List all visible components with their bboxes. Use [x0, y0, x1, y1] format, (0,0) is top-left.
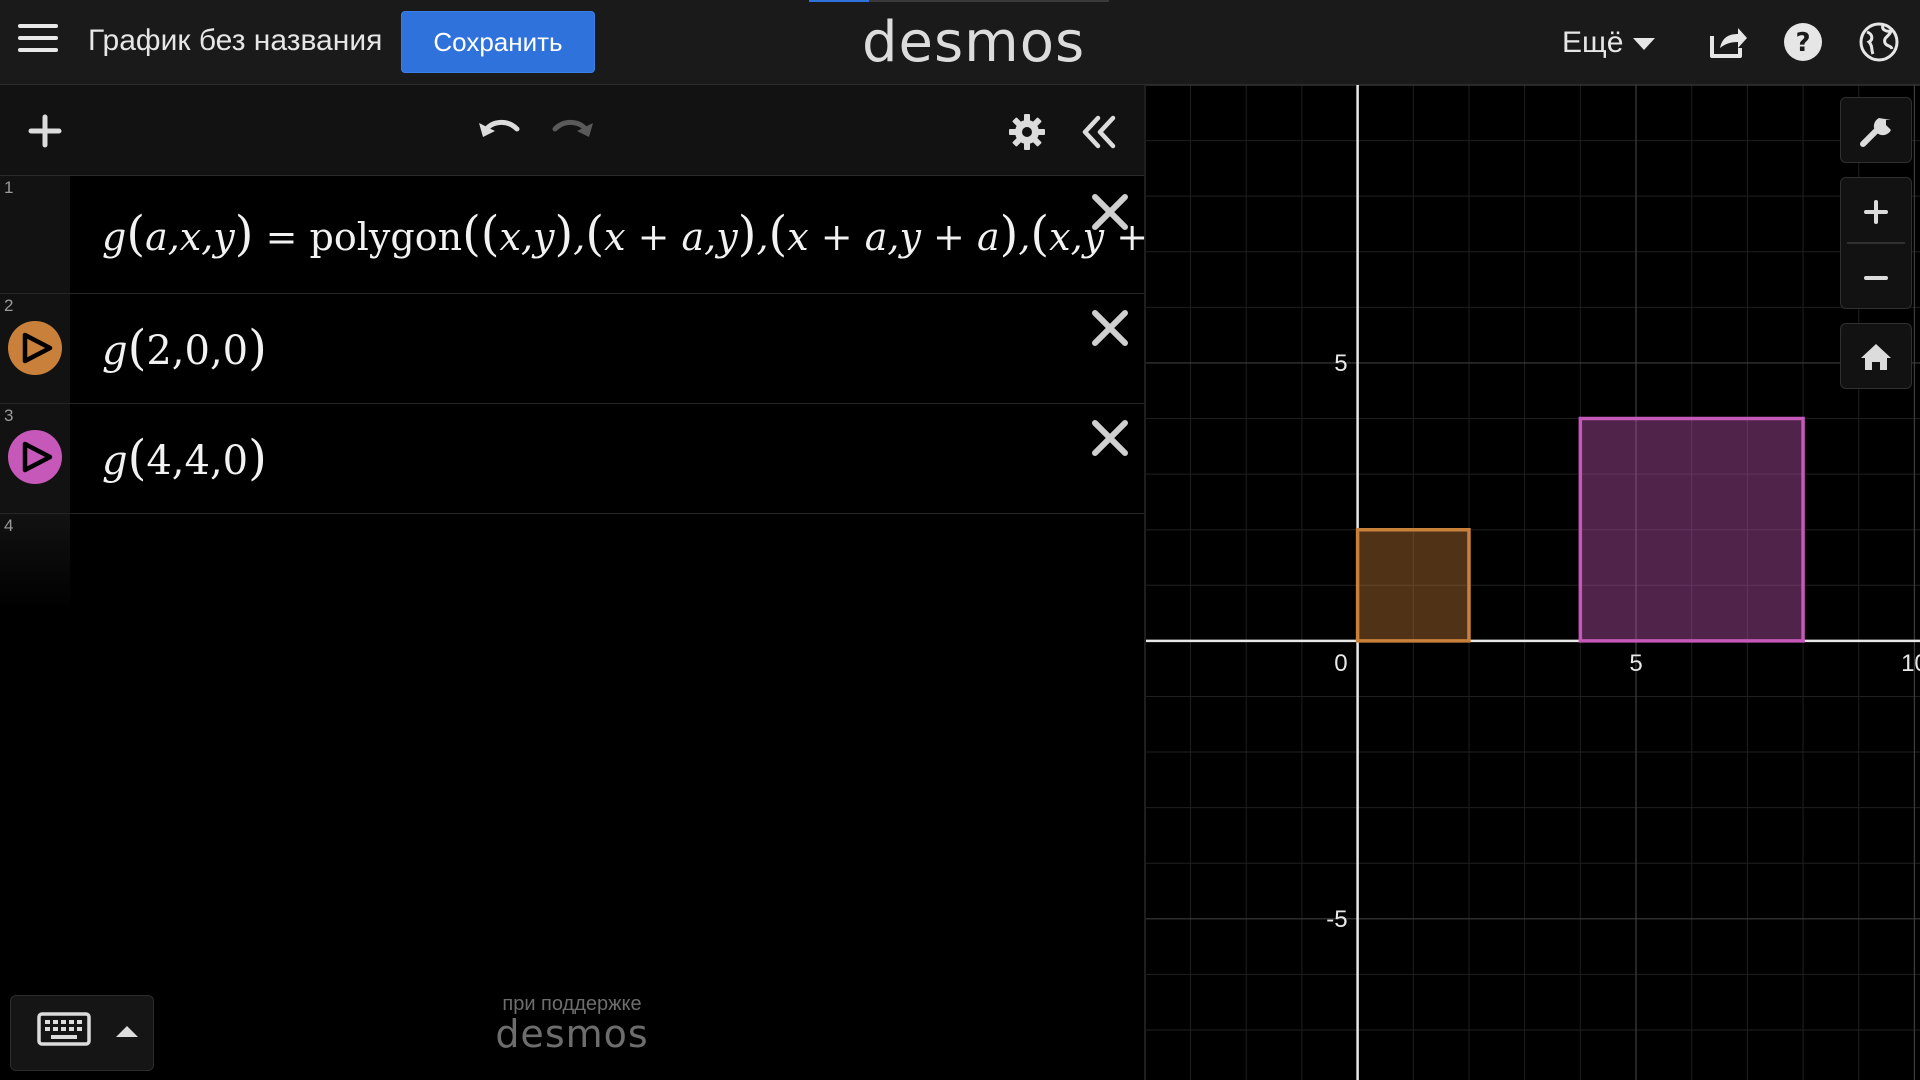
expression-row[interactable]: 2 g(2,0,0): [0, 294, 1144, 404]
expression-index: 1: [4, 178, 14, 197]
powered-by-desmos[interactable]: при поддержке desmos: [492, 993, 652, 1056]
expression-gutter: 3: [0, 404, 70, 513]
share-icon[interactable]: [1706, 20, 1750, 64]
polygon-shape: [1355, 527, 1471, 643]
default-view-button[interactable]: [1840, 323, 1912, 389]
y-tick-label: 5: [1334, 350, 1347, 377]
desmos-logo: desmos: [862, 10, 1086, 75]
expression-index: 2: [4, 296, 14, 315]
expression-formula[interactable]: g(a,x,y) = polygon((x,y),(x + a,y),(x + …: [102, 206, 1220, 262]
save-button[interactable]: Сохранить: [401, 11, 595, 73]
expression-gutter: 4: [0, 514, 70, 610]
zoom-controls: [1840, 177, 1912, 309]
undo-icon[interactable]: [477, 111, 521, 151]
add-item-icon[interactable]: [27, 113, 63, 149]
polygon-shape: [1578, 416, 1805, 643]
x-tick-label: 0: [1334, 650, 1347, 677]
expression-formula[interactable]: g(4,4,0): [102, 430, 267, 486]
keyboard-icon: [37, 1012, 138, 1046]
settings-gear-icon[interactable]: [1008, 113, 1046, 151]
expression-color-toggle[interactable]: [8, 430, 62, 484]
hamburger-menu-icon[interactable]: [18, 24, 58, 60]
zoom-icons: [1847, 200, 1905, 280]
expression-row-empty[interactable]: 4: [0, 514, 1144, 610]
collapse-panel-icon[interactable]: [1080, 113, 1118, 151]
wrench-icon: [1860, 118, 1891, 147]
expression-row[interactable]: 1 g(a,x,y) = polygon((x,y),(x + a,y),(x …: [0, 176, 1220, 294]
loading-indicator-track: [869, 0, 1109, 2]
expression-formula[interactable]: g(2,0,0): [102, 320, 267, 376]
expression-toolbar: [0, 85, 1144, 176]
top-bar: График без названия Сохранить desmos Ещё…: [0, 0, 1920, 85]
graph-plot[interactable]: 0 5 10 5 -5: [1146, 85, 1920, 1080]
loading-indicator: [809, 0, 869, 2]
graph-settings-button[interactable]: [1840, 97, 1912, 163]
svg-text:?: ?: [1795, 28, 1810, 58]
more-dropdown[interactable]: Ещё: [1562, 26, 1656, 60]
delete-expression-icon[interactable]: [1088, 190, 1132, 234]
delete-expression-icon[interactable]: [1088, 416, 1132, 460]
y-tick-label: -5: [1326, 906, 1347, 933]
home-icon: [1861, 344, 1891, 370]
expression-gutter: 2: [0, 294, 70, 403]
powered-by-logo: desmos: [495, 1012, 649, 1056]
play-icon: [22, 332, 53, 364]
expression-index: 4: [4, 516, 14, 535]
caret-down-icon: [1633, 38, 1656, 51]
expression-gutter: 1: [0, 176, 70, 293]
graph-title[interactable]: График без названия: [88, 24, 382, 58]
help-icon[interactable]: ?: [1781, 20, 1825, 64]
expression-row[interactable]: 3 g(4,4,0): [0, 404, 1144, 514]
x-tick-label: 10: [1901, 650, 1920, 677]
zoom-in-icon[interactable]: [1864, 200, 1888, 224]
keyboard-toggle-button[interactable]: [10, 995, 154, 1071]
more-dropdown-label: Ещё: [1562, 26, 1624, 59]
expression-panel: 1 g(a,x,y) = polygon((x,y),(x + a,y),(x …: [0, 85, 1220, 1080]
redo-icon[interactable]: [551, 111, 595, 151]
delete-expression-icon[interactable]: [1088, 306, 1132, 350]
x-tick-label: 5: [1629, 650, 1642, 677]
expression-color-toggle[interactable]: [8, 321, 62, 375]
play-icon: [22, 441, 53, 473]
graph-canvas[interactable]: 0 5 10 5 -5: [1146, 85, 1920, 1080]
expression-index: 3: [4, 406, 14, 425]
globe-icon[interactable]: [1857, 20, 1901, 64]
